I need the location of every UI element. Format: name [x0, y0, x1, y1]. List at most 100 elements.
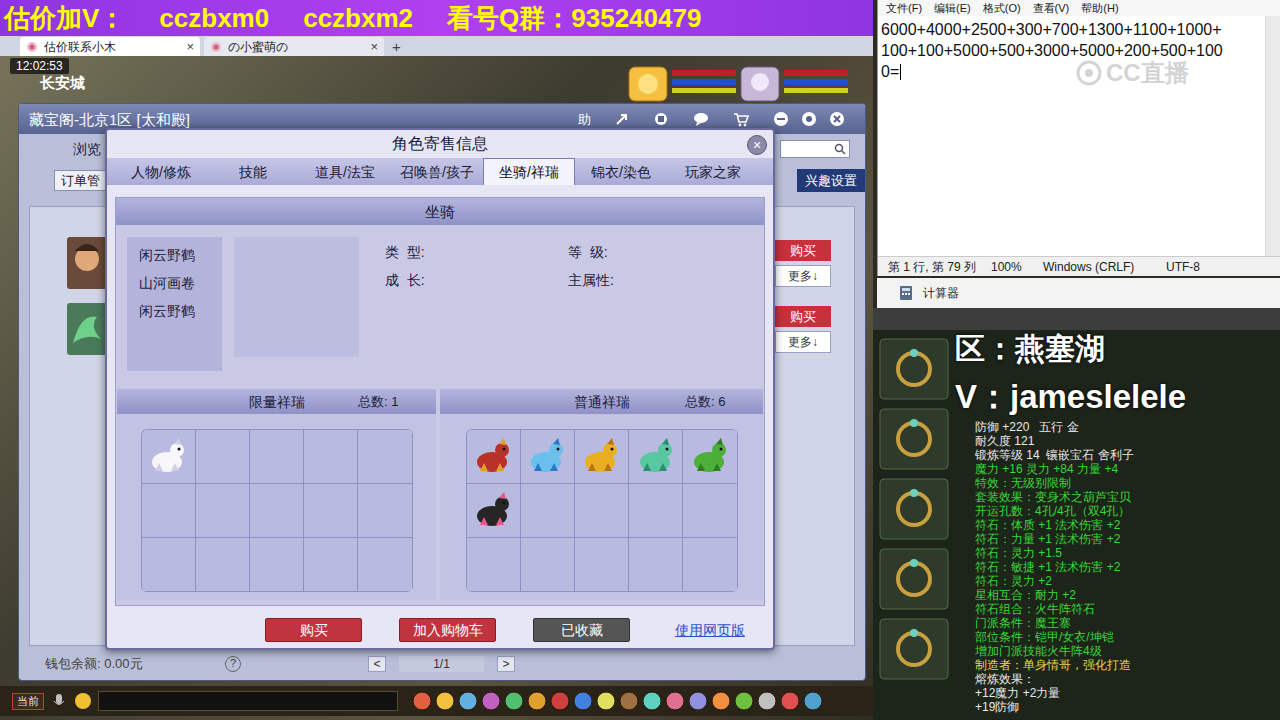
dialog-tabs: 人物/修炼技能道具/法宝召唤兽/孩子坐骑/祥瑞锦衣/染色玩家之家 — [107, 158, 773, 185]
menu-item[interactable]: 帮助(H) — [1081, 3, 1118, 14]
notepad-text[interactable]: 6000+4000+2500+300+700+1300+1100+1000+ 10… — [878, 16, 1265, 256]
item-tooltip-panel: 防御 +220 五行 金耐久度 121锻炼等级 14 镶嵌宝石 舍利子魔力 +1… — [873, 330, 1280, 720]
mount-field-label: 主属性: — [568, 273, 688, 287]
shortcut-icon — [412, 691, 432, 711]
chat-channel-button[interactable]: 当前 — [12, 693, 44, 710]
orders-select[interactable]: 订单管 — [54, 170, 107, 191]
slot-cell — [358, 538, 412, 592]
mount-icon — [634, 435, 678, 479]
shortcut-icon — [619, 691, 639, 711]
location-name: 长安城 — [40, 75, 85, 90]
mount-item[interactable]: 山河画卷 — [139, 269, 222, 297]
slot-cell — [629, 538, 683, 592]
dialog-tab[interactable]: 召唤兽/孩子 — [391, 158, 483, 185]
slot-cell[interactable] — [629, 430, 683, 484]
search-field[interactable] — [780, 140, 850, 158]
browse-tab[interactable]: 浏览 — [73, 142, 101, 156]
mount-item[interactable]: 闲云野鹤 — [139, 297, 222, 325]
slot-cell — [521, 484, 575, 538]
game-taskbar: 当前 — [0, 686, 873, 716]
dialog-tab[interactable]: 坐骑/祥瑞 — [483, 158, 575, 185]
menu-item[interactable]: 编辑(E) — [934, 3, 971, 14]
chat-input[interactable] — [98, 691, 398, 711]
buy-button[interactable]: 购买 — [775, 306, 831, 327]
more-button[interactable]: 更多↓ — [775, 331, 831, 353]
action-button[interactable]: 已收藏 — [533, 618, 630, 642]
dialog-tab[interactable]: 道具/法宝 — [299, 158, 391, 185]
window-gap — [873, 308, 1280, 330]
slot-cell — [196, 484, 250, 538]
equipment-slot-icon — [879, 478, 949, 540]
text-line: 6000+4000+2500+300+700+1300+1100+1000+ — [881, 19, 1265, 40]
character-avatar-icon — [67, 237, 107, 289]
prev-page-button[interactable]: < — [368, 656, 386, 672]
attribute-line: 耐久度 121 — [975, 434, 1134, 448]
slot-cell — [196, 430, 250, 484]
shortcut-icon — [573, 691, 593, 711]
mount-field-label: 类 型: — [385, 245, 568, 259]
mount-fields: 类 型:等 级:成 长:主属性: — [371, 237, 688, 371]
help-button[interactable]: 助 — [578, 113, 591, 126]
slot-cell — [142, 538, 196, 592]
slot-cell[interactable] — [467, 430, 521, 484]
buy-button[interactable]: 购买 — [775, 240, 831, 261]
limited-auspicious-panel: 限量祥瑞总数: 1 — [117, 389, 436, 600]
mount-icon — [525, 435, 569, 479]
menu-item[interactable]: 文件(F) — [886, 3, 922, 14]
next-page-button[interactable]: > — [497, 656, 515, 672]
mount-icon — [688, 435, 732, 479]
attribute-line: 符石组合：火牛阵符石 — [975, 602, 1134, 616]
text-line-content: 6000+4000+2500+300+700+1300+1100+1000+ — [881, 22, 1222, 38]
action-button[interactable]: 加入购物车 — [399, 618, 496, 642]
dragon-avatar-icon — [67, 303, 107, 355]
cc-logo-icon — [1076, 60, 1102, 86]
dialog-tab[interactable]: 玩家之家 — [667, 158, 759, 185]
more-button[interactable]: 更多↓ — [775, 265, 831, 287]
mic-icon — [50, 692, 68, 710]
slot-cell[interactable] — [467, 484, 521, 538]
slot-cell[interactable] — [575, 430, 629, 484]
tab-close[interactable]: × — [370, 40, 378, 53]
mount-icon — [579, 435, 623, 479]
text-line: 100+100+5000+500+3000+5000+200+500+100 — [881, 40, 1265, 61]
menu-item[interactable]: 格式(O) — [983, 3, 1021, 14]
new-tab-button[interactable]: + — [392, 39, 401, 56]
slot-cell — [575, 538, 629, 592]
slot-cell[interactable] — [683, 430, 737, 484]
tab-label: の小蜜萌の — [228, 41, 364, 53]
tab-close[interactable]: × — [186, 40, 194, 53]
shortcut-icon — [803, 691, 823, 711]
panel-title: 限量祥瑞 — [249, 395, 305, 409]
slot-cell[interactable] — [521, 430, 575, 484]
attribute-line: +12魔力 +2力量 — [975, 686, 1134, 700]
dialog-tab[interactable]: 技能 — [207, 158, 299, 185]
browser-tab[interactable]: 估价联系小木× — [20, 37, 200, 56]
web-version-link[interactable]: 使用网页版 — [675, 623, 745, 637]
section-title: 坐骑 — [425, 204, 455, 219]
panel-header: 限量祥瑞总数: 1 — [117, 389, 436, 414]
slot-cell — [575, 484, 629, 538]
mount-item[interactable]: 闲云野鹤 — [139, 241, 222, 269]
slot-cell — [304, 538, 358, 592]
settings-icon — [801, 111, 817, 127]
attribute-line: 开运孔数：4孔/4孔（双4孔） — [975, 504, 1134, 518]
scrollbar[interactable] — [1265, 16, 1280, 256]
slot-cell — [683, 484, 737, 538]
browser-tab[interactable]: の小蜜萌の × — [204, 37, 384, 56]
close-icon — [829, 111, 845, 127]
menu-item[interactable]: 查看(V) — [1033, 3, 1070, 14]
wallet-help[interactable]: ? — [225, 656, 241, 672]
dialog-close-button[interactable]: × — [747, 135, 767, 155]
notepad-body: 6000+4000+2500+300+700+1300+1100+1000+ 10… — [878, 16, 1280, 256]
interest-settings-button[interactable]: 兴趣设置 — [797, 169, 865, 192]
minimize-icon — [773, 111, 789, 127]
dialog-tab[interactable]: 人物/修炼 — [115, 158, 207, 185]
mount-field-label: 成 长: — [385, 273, 568, 287]
slot-cell — [521, 538, 575, 592]
dialog-title: 角色寄售信息 — [392, 136, 488, 152]
action-button[interactable]: 购买 — [265, 618, 362, 642]
dialog-tab[interactable]: 锦衣/染色 — [575, 158, 667, 185]
wallet-bar: 钱包余额: 0.00元?<1/1> — [19, 651, 865, 676]
slot-cell[interactable] — [142, 430, 196, 484]
mount-panel: 坐骑闲云野鹤山河画卷闲云野鹤类 型:等 级:成 长:主属性:限量祥瑞总数: 1普… — [115, 197, 765, 606]
